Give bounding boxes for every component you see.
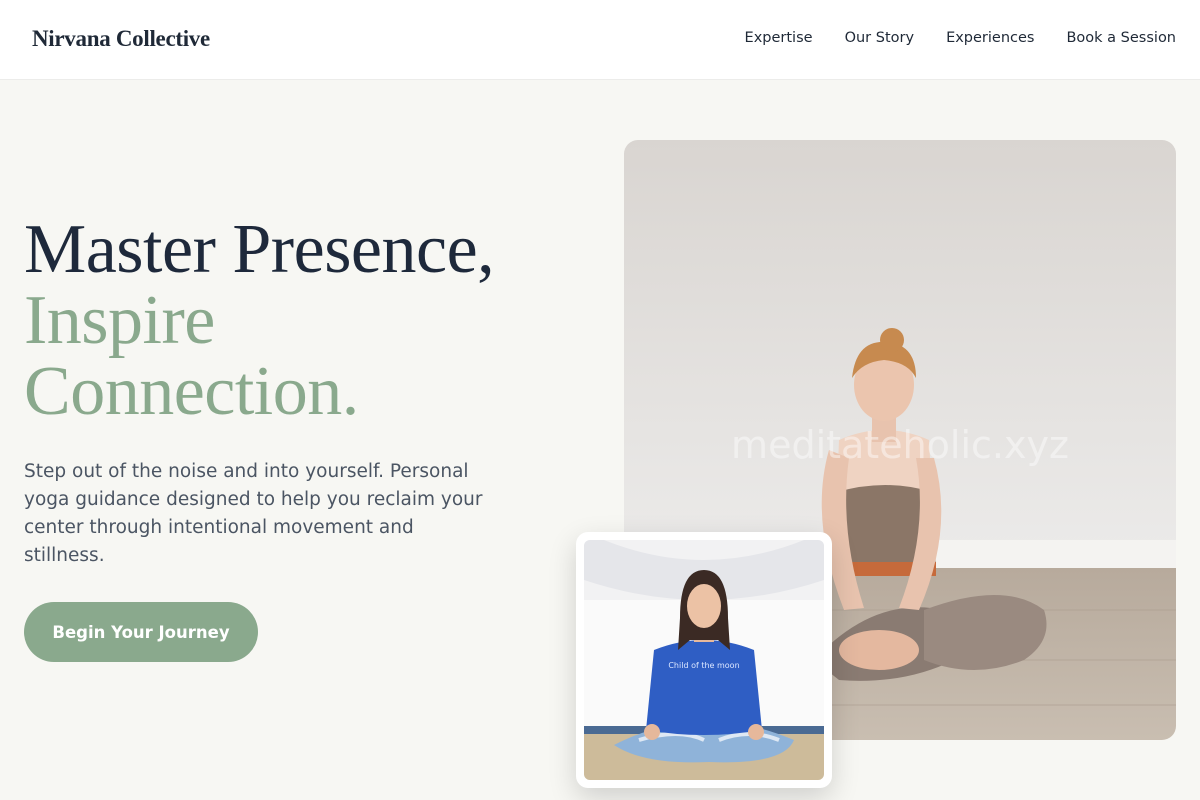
main-nav: Expertise Our Story Experiences Book a S… [745, 30, 1176, 46]
headline-line-3: Connection. [24, 353, 359, 430]
headline-line-2: Inspire [24, 282, 215, 359]
site-header: Nirvana Collective Expertise Our Story E… [0, 0, 1200, 80]
hero-subtext: Step out of the noise and into yourself.… [24, 461, 483, 566]
nav-link-expertise[interactable]: Expertise [745, 30, 813, 46]
nav-link-our-story[interactable]: Our Story [845, 30, 914, 46]
hero-headline: Master Presence, Inspire Connection. [24, 211, 495, 430]
nav-link-book-session[interactable]: Book a Session [1066, 30, 1176, 46]
hero-photo-inset-card: Child of the moon [576, 532, 832, 788]
main-photo-watermark: meditateholic.xyz [731, 423, 1069, 467]
brand-logo[interactable]: Nirvana Collective [32, 26, 210, 52]
seated-meditation-illustration: Child of the moon [584, 540, 824, 780]
nav-link-experiences[interactable]: Experiences [946, 30, 1034, 46]
begin-journey-button[interactable]: Begin Your Journey [24, 602, 258, 662]
sweatshirt-text: Child of the moon [668, 661, 739, 670]
headline-line-1: Master Presence, [24, 211, 495, 288]
hero-photo-inset: Child of the moon [584, 540, 824, 780]
